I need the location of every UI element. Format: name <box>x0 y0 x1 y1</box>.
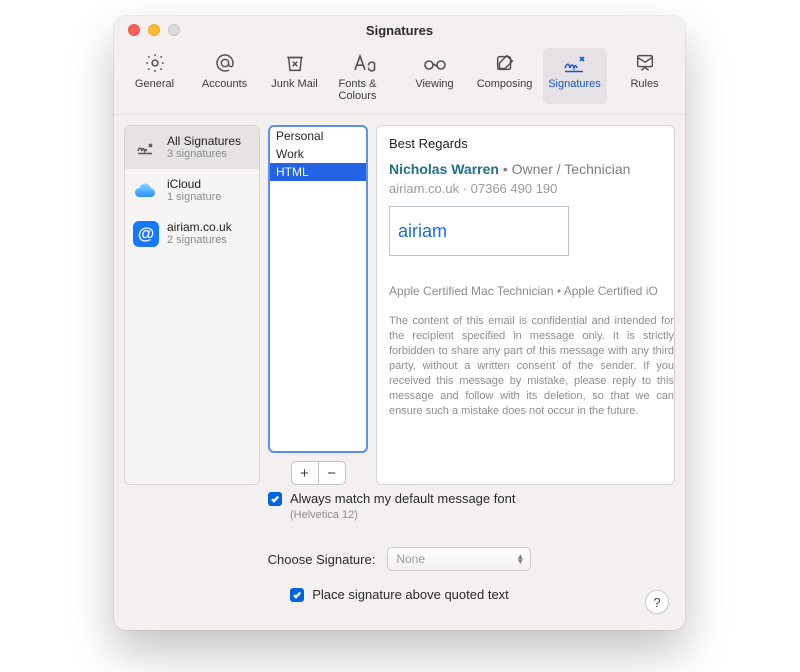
account-row-all-signatures[interactable]: All Signatures 3 signatures <box>125 126 259 169</box>
signature-logo-text: airiam <box>398 221 447 242</box>
match-font-row: Always match my default message font <box>268 491 673 506</box>
toolbar-signatures[interactable]: Signatures <box>543 48 607 104</box>
rules-icon <box>634 52 656 74</box>
signature-icon <box>133 139 159 157</box>
toolbar-label: Viewing <box>415 78 453 90</box>
zoom-window-button[interactable] <box>168 24 180 36</box>
choose-signature-value: None <box>396 552 425 566</box>
minimize-window-button[interactable] <box>148 24 160 36</box>
remove-signature-button[interactable]: − <box>319 461 346 485</box>
help-button[interactable]: ? <box>645 590 669 614</box>
toolbar-accounts[interactable]: Accounts <box>193 48 257 104</box>
account-subtitle: 2 signatures <box>167 234 232 247</box>
signature-list[interactable]: Personal Work HTML <box>268 125 368 453</box>
account-row-airiam[interactable]: @ airiam.co.uk 2 signatures <box>125 212 259 255</box>
signature-row[interactable]: Work <box>270 145 366 163</box>
match-font-checkbox[interactable] <box>268 492 282 506</box>
signature-row[interactable]: HTML <box>270 163 366 181</box>
account-name: All Signatures <box>167 134 241 148</box>
signature-icon <box>562 52 588 74</box>
close-window-button[interactable] <box>128 24 140 36</box>
signature-domain: airiam.co.uk <box>389 181 459 196</box>
account-name: iCloud <box>167 177 221 191</box>
titlebar: Signatures <box>114 16 685 44</box>
accounts-list[interactable]: All Signatures 3 signatures iCloud 1 sig… <box>124 125 260 485</box>
toolbar-label: Composing <box>477 78 533 90</box>
compose-icon <box>494 52 516 74</box>
account-row-icloud[interactable]: iCloud 1 signature <box>125 169 259 212</box>
chevron-updown-icon: ▲▼ <box>516 554 524 564</box>
signature-from-line: Nicholas Warren • Owner / Technician <box>389 161 674 177</box>
toolbar-junk-mail[interactable]: Junk Mail <box>263 48 327 104</box>
signature-person: Nicholas Warren <box>389 161 499 177</box>
account-subtitle: 3 signatures <box>167 148 241 161</box>
choose-signature-label: Choose Signature: <box>268 552 376 567</box>
signature-certifications: Apple Certified Mac Technician • Apple C… <box>389 284 674 298</box>
add-signature-button[interactable]: + <box>291 461 319 485</box>
toolbar-label: Rules <box>630 78 658 90</box>
toolbar-fonts-colours[interactable]: Fonts & Colours <box>333 48 397 104</box>
preferences-window: Signatures General Accounts Junk Mail <box>114 16 685 630</box>
signature-contact: airiam.co.uk · 07366 490 190 <box>389 181 674 196</box>
signature-row[interactable]: Personal <box>270 127 366 145</box>
toolbar-rules[interactable]: Rules <box>613 48 677 104</box>
place-above-label: Place signature above quoted text <box>312 587 509 602</box>
toolbar-label: Accounts <box>202 78 247 90</box>
account-subtitle: 1 signature <box>167 191 221 204</box>
trash-x-icon <box>284 52 306 74</box>
toolbar-composing[interactable]: Composing <box>473 48 537 104</box>
signature-role: Owner / Technician <box>512 161 631 177</box>
toolbar-label: General <box>135 78 174 90</box>
icloud-icon <box>133 178 159 204</box>
match-font-label: Always match my default message font <box>290 491 515 506</box>
signature-phone: 07366 490 190 <box>471 181 558 196</box>
signature-name: Best Regards <box>389 136 674 151</box>
account-name: airiam.co.uk <box>167 220 232 234</box>
signature-disclaimer: The content of this email is confidentia… <box>389 314 674 419</box>
window-title: Signatures <box>114 23 685 38</box>
toolbar-viewing[interactable]: Viewing <box>403 48 467 104</box>
fonts-icon <box>351 52 379 74</box>
preferences-toolbar: General Accounts Junk Mail Fonts & Colou… <box>114 44 685 115</box>
choose-signature-popup[interactable]: None ▲▼ <box>387 547 531 571</box>
match-font-note: (Helvetica 12) <box>290 509 673 521</box>
gear-icon <box>144 52 166 74</box>
at-icon <box>214 52 236 74</box>
toolbar-label: Fonts & Colours <box>339 78 391 102</box>
at-app-icon: @ <box>133 221 159 247</box>
glasses-icon <box>422 52 448 74</box>
signature-logo-placeholder: airiam <box>389 206 569 256</box>
toolbar-general[interactable]: General <box>123 48 187 104</box>
signature-preview[interactable]: Best Regards Nicholas Warren • Owner / T… <box>376 125 675 485</box>
signature-separator: • <box>499 161 512 177</box>
place-above-checkbox[interactable] <box>290 588 304 602</box>
toolbar-label: Junk Mail <box>271 78 317 90</box>
place-above-row: Place signature above quoted text <box>128 587 671 602</box>
toolbar-label: Signatures <box>548 78 601 90</box>
